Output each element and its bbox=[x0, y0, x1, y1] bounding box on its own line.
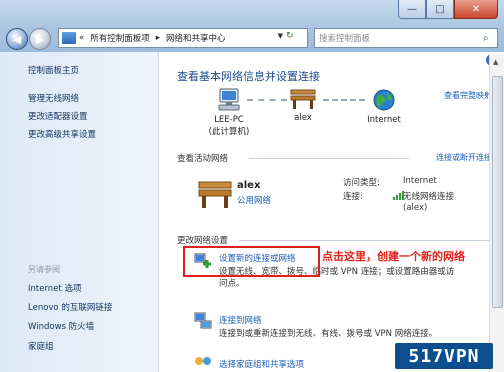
breadcrumb-all-items[interactable]: 所有控制面板项 bbox=[90, 32, 150, 44]
forward-button[interactable]: ▶ bbox=[29, 28, 51, 50]
active-network-name: alex bbox=[237, 180, 261, 191]
sidebar-item-adapter[interactable]: 更改适配器设置 bbox=[28, 110, 88, 122]
pc-name: LEE-PC bbox=[214, 115, 244, 125]
task-new-connection-desc-2: 问点。 bbox=[219, 279, 245, 289]
search-input[interactable]: 搜索控制面板 bbox=[319, 32, 483, 44]
map-line-1 bbox=[247, 99, 287, 101]
bench-network-icon bbox=[290, 89, 316, 109]
computer-icon bbox=[218, 88, 240, 111]
full-map-link[interactable]: 查看完整映射 bbox=[444, 90, 492, 101]
back-arrow-icon: ◀ bbox=[12, 32, 22, 46]
see-also-firewall[interactable]: Windows 防火墙 bbox=[28, 320, 94, 332]
globe-icon bbox=[373, 89, 395, 111]
back-button[interactable]: ◀ bbox=[6, 28, 28, 50]
sidebar-item-wireless[interactable]: 管理无线网络 bbox=[28, 92, 79, 104]
internet-label: Internet bbox=[367, 115, 401, 125]
address-bar[interactable]: « 所有控制面板项 ▸ 网络和共享中心 ▼ ↻ bbox=[58, 28, 308, 48]
control-panel-icon bbox=[62, 32, 76, 44]
change-settings-heading: 更改网络设置 bbox=[177, 236, 229, 246]
watermark-logo: 517VPN bbox=[395, 343, 493, 369]
homegroup-icon bbox=[195, 357, 211, 365]
maximize-button[interactable]: □ bbox=[426, 0, 454, 19]
map-network[interactable]: alex bbox=[285, 88, 321, 123]
access-type-value: Internet bbox=[403, 176, 437, 186]
scroll-up-icon[interactable]: ▲ bbox=[493, 58, 498, 66]
breadcrumb-network-center[interactable]: 网络和共享中心 bbox=[166, 32, 226, 44]
see-also-label: 另请参阅 bbox=[28, 265, 60, 274]
address-chevron[interactable]: « bbox=[79, 33, 84, 43]
page-title: 查看基本网络信息并设置连接 bbox=[177, 70, 320, 83]
search-icon[interactable]: ⌕ bbox=[483, 33, 497, 44]
annotation-text: 点击这里，创建一个新的网络 bbox=[322, 250, 465, 263]
forward-arrow-icon: ▶ bbox=[35, 32, 45, 46]
search-box[interactable]: 搜索控制面板 ⌕ bbox=[314, 28, 498, 48]
connect-network-icon bbox=[194, 312, 212, 329]
pc-sub: (此计算机) bbox=[208, 127, 250, 137]
window-buttons: — □ ✕ bbox=[398, 0, 498, 19]
breadcrumb-separator[interactable]: ▸ bbox=[156, 33, 160, 43]
divider bbox=[239, 240, 489, 241]
sidebar-item-home[interactable]: 控制面板主页 bbox=[28, 64, 79, 76]
see-also-internet-options[interactable]: Internet 选项 bbox=[28, 282, 81, 294]
network-name: alex bbox=[294, 113, 312, 123]
address-dropdown-icon[interactable]: ▼ bbox=[278, 32, 283, 40]
see-also-homegroup[interactable]: 家庭组 bbox=[28, 340, 54, 352]
refresh-icon[interactable]: ↻ bbox=[286, 31, 298, 43]
bench-icon bbox=[198, 181, 232, 208]
connection-sub-link[interactable]: (alex) bbox=[403, 203, 427, 213]
map-internet[interactable]: Internet bbox=[359, 88, 409, 125]
highlight-box bbox=[183, 246, 320, 277]
window-titlebar: — □ ✕ ◀ ▶ « 所有控制面板项 ▸ 网络和共享中心 ▼ ↻ 搜索控制面板… bbox=[0, 0, 504, 52]
main-content: 查看基本网络信息并设置连接 查看完整映射 LEE-PC (此计算机) alex … bbox=[159, 52, 504, 372]
vertical-scrollbar[interactable]: ▲ bbox=[489, 54, 504, 372]
map-computer[interactable]: LEE-PC (此计算机) bbox=[199, 88, 259, 137]
divider bbox=[249, 158, 409, 159]
task-homegroup[interactable]: 选择家庭组和共享选项 bbox=[219, 358, 304, 370]
active-network-heading: 查看活动网络 bbox=[177, 154, 229, 164]
wireless-connection-link[interactable]: 无线网络连接 bbox=[403, 190, 454, 202]
scroll-thumb[interactable] bbox=[492, 76, 503, 308]
see-also-lenovo[interactable]: Lenovo 的互联网链接 bbox=[28, 301, 112, 313]
close-button[interactable]: ✕ bbox=[454, 0, 498, 19]
task-connect-network-desc: 连接到或重新连接到无线、有线、拨号或 VPN 网络连接。 bbox=[219, 329, 438, 339]
sidebar-item-sharing[interactable]: 更改高级共享设置 bbox=[28, 128, 96, 140]
minimize-button[interactable]: — bbox=[398, 0, 426, 19]
sidebar: 控制面板主页 管理无线网络 更改适配器设置 更改高级共享设置 另请参阅 Inte… bbox=[0, 52, 159, 372]
access-type-label: 访问类型: bbox=[343, 178, 380, 188]
connection-label: 连接: bbox=[343, 192, 363, 202]
network-type-link[interactable]: 公用网络 bbox=[237, 194, 271, 206]
task-connect-network[interactable]: 连接到网络 bbox=[219, 314, 262, 326]
connect-disconnect-link[interactable]: 连接或断开连接 bbox=[436, 152, 492, 163]
